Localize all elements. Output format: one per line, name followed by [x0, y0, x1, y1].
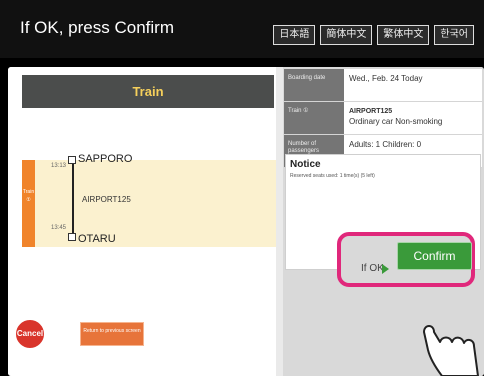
return-button[interactable]: Return to previous screen: [80, 322, 144, 346]
notice-title: Notice: [290, 159, 321, 170]
language-switcher: 日本語 簡体中文 繁体中文 한국어: [273, 25, 474, 45]
language-button-zh-hans[interactable]: 簡体中文: [320, 25, 373, 45]
station-destination: OTARU: [78, 233, 116, 245]
route-line: [72, 161, 74, 241]
language-button-ko[interactable]: 한국어: [434, 25, 474, 45]
info-row-boarding-date: Boarding date Wed., Feb. 24 Today: [284, 69, 482, 102]
info-row-train: Train ① AIRPORT125 Ordinary car Non-smok…: [284, 102, 482, 135]
page-title: If OK, press Confirm: [20, 18, 174, 37]
notice-text: Reserved seats used: 1 time(s) (5 left): [290, 173, 375, 179]
passengers-value: Adults: 1 Children: 0: [349, 140, 422, 149]
station-marker-end: [68, 233, 76, 241]
train-name-value: AIRPORT125: [349, 108, 393, 115]
train-name: AIRPORT125: [82, 195, 131, 204]
station-origin: SAPPORO: [78, 153, 133, 165]
pointing-hand-icon: [423, 325, 479, 376]
language-button-zh-hant[interactable]: 繁体中文: [377, 25, 430, 45]
info-label: Boarding date: [284, 69, 344, 101]
departure-time: 13:13: [51, 163, 67, 169]
train-header: Train: [22, 75, 274, 108]
confirm-button[interactable]: Confirm: [397, 242, 472, 270]
boarding-date-value: Wed., Feb. 24 Today: [349, 74, 423, 83]
language-button-ja[interactable]: 日本語: [273, 25, 316, 45]
arrow-right-icon: [382, 264, 389, 274]
arrival-time: 13:45: [51, 225, 67, 231]
info-label: Train ①: [284, 102, 344, 134]
confirm-highlight: If OK Confirm: [337, 232, 475, 287]
cancel-button[interactable]: Cancel: [14, 318, 46, 350]
route-tab: Train ①: [22, 160, 35, 247]
station-marker-start: [68, 156, 76, 164]
car-type-value: Ordinary car Non-smoking: [349, 117, 443, 126]
ifok-label: If OK: [361, 263, 384, 274]
top-bar: If OK, press Confirm 日本語 簡体中文 繁体中文 한국어: [0, 0, 484, 58]
info-value: Wed., Feb. 24 Today: [344, 69, 482, 101]
info-value: AIRPORT125 Ordinary car Non-smoking: [344, 102, 482, 134]
train-route-panel: Train Train ① 13:13 SAPPORO AIRPORT125 1…: [8, 67, 276, 376]
